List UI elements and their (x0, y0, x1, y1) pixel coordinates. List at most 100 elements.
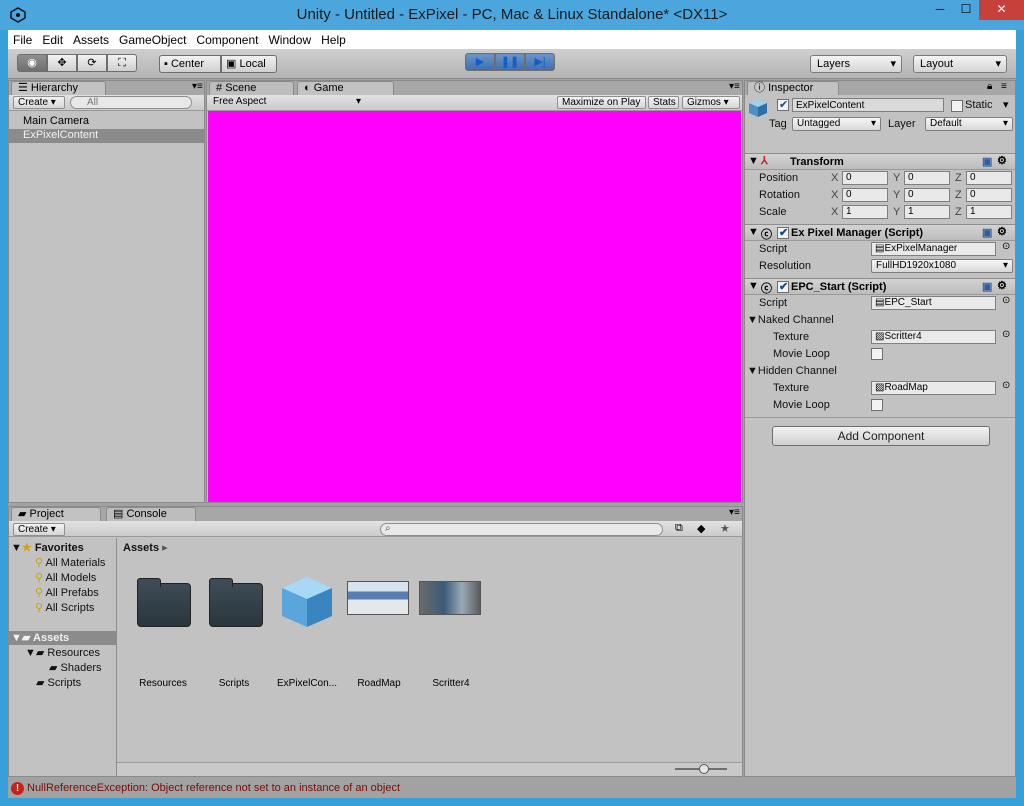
project-search-input[interactable] (380, 523, 663, 536)
pm-script-field[interactable]: ▤ExPixelManager (871, 242, 996, 256)
rotate-tool-button[interactable]: ⟳ (77, 54, 107, 72)
position-x-field[interactable]: 0 (842, 171, 888, 185)
object-picker-icon[interactable]: ⊙ (1002, 329, 1010, 340)
asset-folder-scripts-icon[interactable] (209, 578, 263, 627)
stats-toggle[interactable]: Stats (648, 96, 679, 109)
menu-window[interactable]: Window (263, 30, 316, 47)
menu-component[interactable]: Component (191, 30, 263, 47)
naked-movie-loop-checkbox[interactable] (871, 348, 883, 360)
add-component-button[interactable]: Add Component (772, 426, 990, 446)
gear-icon[interactable]: ⚙ (997, 279, 1007, 292)
tag-dropdown[interactable]: Untagged (792, 117, 881, 131)
filter-type-icon[interactable]: ⧉ (675, 522, 683, 535)
transform-header[interactable]: ▼ ⅄ Transform ▣ ⚙ (745, 153, 1015, 170)
menu-gameobject[interactable]: GameObject (114, 30, 191, 47)
pivot-center-button[interactable]: ▪ Center (159, 55, 221, 73)
rotation-y-field[interactable]: 0 (904, 188, 950, 202)
layout-dropdown[interactable]: Layout (913, 55, 1007, 73)
epc-script-field[interactable]: ▤EPC_Start (871, 296, 996, 310)
rotation-z-field[interactable]: 0 (966, 188, 1012, 202)
gear-icon[interactable]: ⚙ (997, 154, 1007, 167)
hierarchy-create-button[interactable]: Create ▾ (13, 96, 65, 109)
scale-y-field[interactable]: 1 (904, 205, 950, 219)
assets-breadcrumb[interactable]: Assets ▸ (123, 541, 168, 554)
static-dropdown-icon[interactable]: ▾ (1003, 98, 1009, 111)
slider-thumb-icon[interactable] (699, 764, 709, 774)
scale-z-field[interactable]: 1 (966, 205, 1012, 219)
naked-channel-foldout[interactable]: ▼Naked Channel (747, 314, 834, 326)
favorite-item[interactable]: ⚲ All Models (35, 571, 96, 584)
gizmos-dropdown[interactable]: Gizmos ▾ (682, 96, 740, 109)
favorite-star-icon[interactable]: ★ (720, 522, 730, 535)
static-checkbox[interactable] (951, 100, 963, 112)
close-button[interactable]: ✕ (979, 0, 1024, 20)
hidden-channel-foldout[interactable]: ▼Hidden Channel (747, 365, 837, 377)
minimize-button[interactable]: ─ (927, 0, 953, 20)
object-name-field[interactable] (792, 98, 944, 112)
epc-start-header[interactable]: ▼ ⓒ EPC_Start (Script) ▣ ⚙ (745, 278, 1015, 295)
asset-folder-resources-icon[interactable] (137, 578, 191, 627)
view-tool-button[interactable]: ◉ (17, 54, 47, 72)
project-create-button[interactable]: Create ▾ (13, 523, 65, 536)
game-viewport[interactable] (208, 111, 741, 502)
tab-game[interactable]: ◐ Game (297, 81, 394, 95)
play-button[interactable]: ▶ (465, 53, 495, 71)
tab-scene[interactable]: # Scene (209, 81, 294, 95)
help-icon[interactable]: ▣ (982, 155, 992, 168)
panel-menu-icon[interactable]: ▾≡ (192, 81, 203, 92)
pixel-manager-header[interactable]: ▼ ⓒ Ex Pixel Manager (Script) ▣ ⚙ (745, 224, 1015, 241)
tab-project[interactable]: ▰ Project (11, 507, 101, 521)
scale-tool-button[interactable]: ⛶ (107, 54, 137, 72)
object-picker-icon[interactable]: ⊙ (1002, 295, 1010, 306)
tree-item-scripts[interactable]: ▰ Scripts (36, 676, 81, 689)
object-picker-icon[interactable]: ⊙ (1002, 380, 1010, 391)
naked-texture-field[interactable]: ▨Scritter4 (871, 330, 996, 344)
menu-edit[interactable]: Edit (37, 30, 68, 47)
object-picker-icon[interactable]: ⊙ (1002, 241, 1010, 252)
menu-assets[interactable]: Assets (68, 30, 114, 47)
rotation-x-field[interactable]: 0 (842, 188, 888, 202)
active-checkbox[interactable] (777, 98, 789, 111)
asset-scritter4-thumbnail-icon[interactable] (419, 581, 481, 615)
panel-menu-icon[interactable]: ≡ (1001, 81, 1007, 92)
scale-x-field[interactable]: 1 (842, 205, 888, 219)
move-tool-button[interactable]: ✥ (47, 54, 77, 72)
panel-menu-icon[interactable]: ▾≡ (729, 81, 740, 92)
position-z-field[interactable]: 0 (966, 171, 1012, 185)
favorite-item[interactable]: ⚲ All Prefabs (35, 586, 99, 599)
help-icon[interactable]: ▣ (982, 280, 992, 293)
aspect-dropdown[interactable]: Free Aspect ▾ (209, 96, 363, 109)
filter-label-icon[interactable]: ◆ (697, 522, 705, 535)
asset-prefab-cube-icon[interactable] (280, 575, 334, 629)
favorite-item[interactable]: ⚲ All Scripts (35, 601, 94, 614)
pivot-local-button[interactable]: ▣ Local (221, 55, 277, 73)
hierarchy-item-expixelcontent[interactable]: ExPixelContent (9, 129, 204, 143)
lock-icon[interactable]: 🔒︎ (987, 81, 992, 92)
step-button[interactable]: ▶| (525, 53, 555, 71)
tab-hierarchy[interactable]: ☰ Hierarchy (11, 81, 106, 95)
panel-menu-icon[interactable]: ▾≡ (729, 507, 740, 518)
help-icon[interactable]: ▣ (982, 226, 992, 239)
pixel-manager-enabled-checkbox[interactable] (777, 226, 789, 239)
layers-dropdown[interactable]: Layers (810, 55, 902, 73)
tab-inspector[interactable]: ⓘ Inspector (747, 81, 839, 95)
tab-console[interactable]: ▤ Console (106, 507, 196, 521)
hierarchy-search-input[interactable] (70, 96, 192, 109)
status-bar[interactable]: ! NullReferenceException: Object referen… (8, 779, 1016, 798)
pause-button[interactable]: ❚❚ (495, 53, 525, 71)
layer-dropdown[interactable]: Default (925, 117, 1013, 131)
favorites-foldout[interactable]: ▼★ Favorites (11, 541, 84, 554)
hidden-texture-field[interactable]: ▨RoadMap (871, 381, 996, 395)
asset-roadmap-thumbnail-icon[interactable] (347, 581, 409, 615)
favorite-item[interactable]: ⚲ All Materials (35, 556, 105, 569)
menu-file[interactable]: File (8, 30, 37, 47)
maximize-on-play-toggle[interactable]: Maximize on Play (557, 96, 646, 109)
maximize-button[interactable]: ☐ (953, 0, 979, 20)
tree-item-shaders[interactable]: ▰ Shaders (49, 661, 102, 674)
position-y-field[interactable]: 0 (904, 171, 950, 185)
tree-item-resources[interactable]: ▼▰ Resources (25, 646, 100, 659)
resolution-dropdown[interactable]: FullHD1920x1080 (871, 259, 1013, 273)
assets-foldout[interactable]: ▼▰ Assets (9, 631, 116, 645)
epc-start-enabled-checkbox[interactable] (777, 280, 789, 293)
gear-icon[interactable]: ⚙ (997, 225, 1007, 238)
